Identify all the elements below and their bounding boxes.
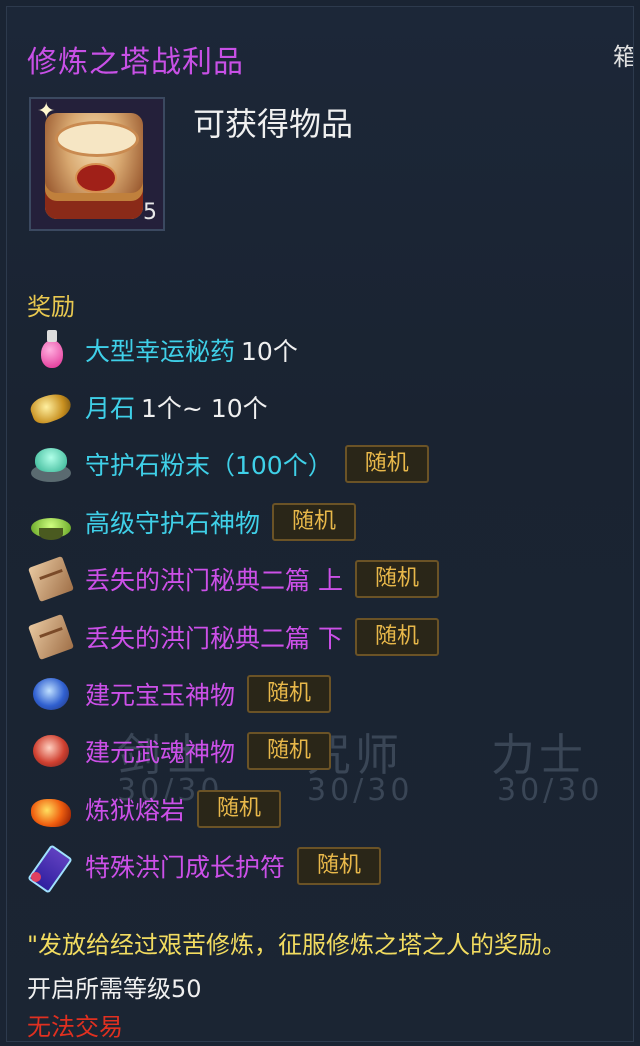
reward-row: 特殊洪门成长护符 随机 <box>27 838 627 895</box>
corner-text: 箱 <box>613 43 633 71</box>
item-tooltip: 剑士 咒师 力士 30/30 30/30 30/30 修炼之塔战利品 箱 ✦ 5… <box>6 6 634 1042</box>
reward-row: 建元宝玉神物 随机 <box>27 665 627 722</box>
reward-name: 大型幸运秘药 <box>85 336 236 366</box>
item-icon-frame: ✦ 5 <box>29 97 165 231</box>
random-badge: 随机 <box>247 675 332 714</box>
reward-name: 高级守护石神物 <box>85 508 261 538</box>
reward-row: 建元武魂神物 随机 <box>27 723 627 780</box>
scroll-icon <box>27 555 75 603</box>
random-badge: 随机 <box>297 847 382 886</box>
scroll-icon <box>27 613 75 661</box>
reward-name: 炼狱熔岩 <box>85 795 186 825</box>
reward-name: 特殊洪门成长护符 <box>85 853 286 883</box>
reward-count: 1个~ 10个 <box>141 394 268 424</box>
reward-row: 守护石粉末（100个） 随机 <box>27 436 627 493</box>
green-powder-icon <box>27 440 75 488</box>
red-flower-icon <box>27 727 75 775</box>
sparkle-icon: ✦ <box>37 99 56 124</box>
trade-status: 无法交易 <box>27 1013 123 1041</box>
random-badge: 随机 <box>247 732 332 771</box>
reward-row: 丢失的洪门秘典二篇 上随机 <box>27 551 627 608</box>
item-title: 修炼之塔战利品 <box>27 45 244 80</box>
blue-flower-icon <box>27 670 75 718</box>
random-badge: 随机 <box>354 617 439 656</box>
talisman-icon <box>27 842 75 894</box>
random-badge: 随机 <box>272 502 357 541</box>
reward-row: 月石 1个~ 10个 <box>27 378 627 435</box>
treasure-chest-icon <box>45 113 143 219</box>
reward-row: 高级守护石神物 随机 <box>27 493 627 550</box>
reward-row: 大型幸运秘药 10个 <box>27 321 627 378</box>
reward-name: 丢失的洪门秘典二篇 下 <box>85 623 343 653</box>
reward-name: 丢失的洪门秘典二篇 上 <box>85 566 343 596</box>
green-bowl-icon <box>27 498 75 546</box>
lava-icon <box>27 785 75 833</box>
obtain-label: 可获得物品 <box>193 105 354 143</box>
reward-row: 炼狱熔岩 随机 <box>27 780 627 837</box>
random-badge: 随机 <box>197 789 282 828</box>
reward-name: 月石 <box>85 394 136 424</box>
item-quantity: 5 <box>143 200 157 225</box>
level-requirement: 开启所需等级50 <box>27 975 202 1003</box>
rewards-heading: 奖励 <box>27 293 75 321</box>
reward-name: 守护石粉末（100个） <box>85 451 333 481</box>
reward-row: 丢失的洪门秘典二篇 下随机 <box>27 608 627 665</box>
random-badge: 随机 <box>344 445 429 484</box>
rewards-list: 大型幸运秘药 10个 月石 1个~ 10个 守护石粉末（100个） 随机 高级守护石神物 随机… <box>27 321 627 895</box>
random-badge: 随机 <box>354 560 439 599</box>
reward-name: 建元宝玉神物 <box>85 681 236 711</box>
reward-count: 10个 <box>241 336 298 366</box>
reward-name: 建元武魂神物 <box>85 738 236 768</box>
pink-potion-icon <box>27 326 75 374</box>
gold-ore-icon <box>27 383 75 431</box>
item-description: "发放给经过艰苦修炼，征服修炼之塔之人的奖励。 <box>27 931 567 959</box>
